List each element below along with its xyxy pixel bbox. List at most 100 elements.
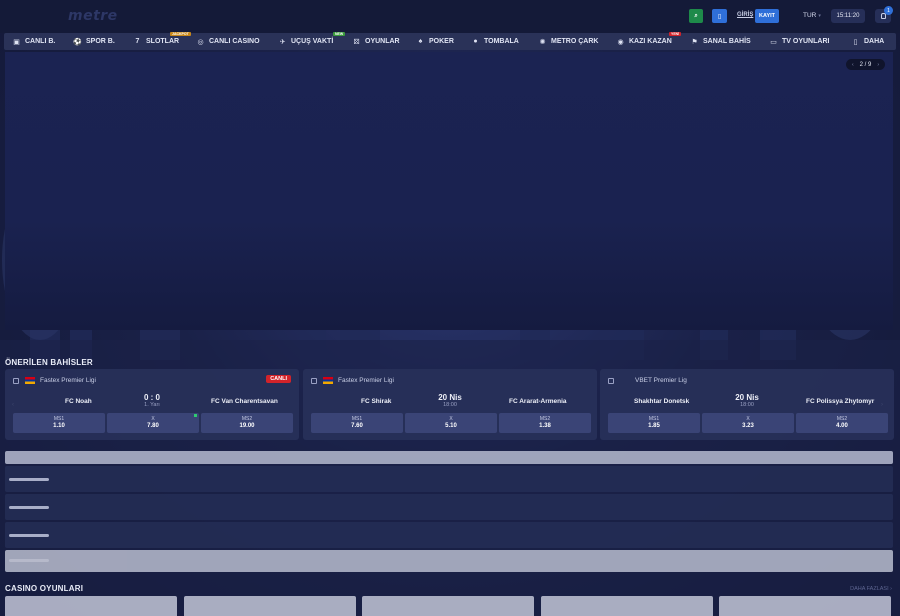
nav-item-aviator[interactable]: ✈ UÇUŞ VAKTİ NEW [279,32,346,50]
odd-button[interactable]: MS2 1.38 [499,413,591,433]
dice-icon: ⚄ [353,38,360,46]
register-button[interactable]: KAYIT [755,9,779,23]
odd-label: MS1 [53,416,65,422]
scratch-icon: ◉ [617,38,624,46]
casino-game-card[interactable] [719,596,891,616]
ball-icon: ● [473,38,478,45]
odd-value: 4.00 [836,423,848,429]
notifications-button[interactable]: 1 [875,6,893,23]
nav-item-bingo[interactable]: ● TOMBALA [472,33,519,50]
nav-item-label: KAZI KAZAN [629,38,672,45]
language-selector[interactable]: TUR ▾ [803,12,821,19]
loading-row [5,451,893,464]
nav-item-label: UÇUŞ VAKTİ [291,38,334,45]
nav-item-label: DAHA [864,38,885,45]
site-logo[interactable]: metre [68,8,118,24]
nav-item-tv-games[interactable]: ▭ TV OYUNLARI [770,33,829,50]
clock: 15:11:20 [831,9,865,23]
more-icon: ▯ [853,38,858,46]
odd-button[interactable]: MS2 4.00 [796,413,888,433]
nav-item-label: POKER [429,38,454,45]
odd-button[interactable]: X 7.80 [107,413,199,433]
favorite-icon[interactable] [311,378,317,384]
bet-card[interactable]: VBET Premier Lig Shakhtar Donetsk 20 Nis… [600,369,894,440]
loading-bar [9,478,49,481]
odd-button[interactable]: X 3.23 [702,413,794,433]
see-all-link[interactable]: DAHA FAZLASI › [850,586,892,592]
seven-icon: 7 [135,38,140,45]
nav-item-label: OYUNLAR [365,38,400,45]
odd-button[interactable]: MS2 19.00 [201,413,293,433]
loading-row [5,466,893,492]
nav-item-poker[interactable]: ♠ POKER [417,33,454,50]
odds-up-icon [194,414,197,417]
casino-game-card[interactable] [362,596,534,616]
new-tag: NEW [333,32,346,36]
spade-icon: ♠ [418,38,423,45]
odd-value: 7.80 [147,423,159,429]
league-name: VBET Premier Lig [635,377,687,384]
nav-item-slots[interactable]: 7 SLOTLAR JACKPOT [134,32,191,50]
main-nav: ▣ CANLI B. ⚽ SPOR B. 7 SLOTLAR JACKPOT ◎ CAN… [4,32,896,50]
nav-item-wheel[interactable]: ✺ METRO ÇARK [539,33,599,50]
odd-button[interactable]: MS1 7.60 [311,413,403,433]
odd-label: X [449,416,453,422]
nav-item-label: SANAL BAHİS [703,38,751,45]
league-name: Fastex Premier Ligi [40,377,96,384]
chevron-right-icon[interactable]: › [877,62,879,68]
odd-value: 1.10 [53,423,65,429]
odd-value: 1.85 [648,423,660,429]
nav-item-label: METRO ÇARK [551,38,599,45]
phone-icon: ▯ [717,13,722,20]
nav-item-live-betting[interactable]: ▣ CANLI B. [13,33,55,50]
nav-item-label: CANLI B. [25,38,56,45]
flag-icon [323,377,333,384]
ball-icon: ⚽ [73,38,82,46]
favorite-icon[interactable] [13,378,19,384]
jackpot-tag: JACKPOT [170,32,191,36]
odd-button[interactable]: MS1 1.85 [608,413,700,433]
see-all-label: DAHA FAZLASI [850,586,889,592]
loading-bar [9,506,49,509]
nav-item-sports[interactable]: ⚽ SPOR B. [73,33,115,50]
bet-card[interactable]: Fastex Premier Ligi CANLI FC Noah 0 : 0 … [5,369,299,440]
chip-icon: ◎ [197,38,204,46]
nav-item-live-casino[interactable]: ◎ CANLI CASINO [197,33,259,50]
nav-item-more[interactable]: ▯ DAHA [852,33,885,50]
loading-bar [9,534,49,537]
chevron-down-icon: ▾ [818,13,821,19]
login-link[interactable]: GİRİŞ [737,12,753,18]
loading-row [5,494,893,520]
odds-row: MS1 1.10 X 7.80 MS2 19.00 [13,413,293,433]
odd-label: MS2 [539,416,551,422]
search-icon: ⌕ [694,12,698,19]
tv-icon: ▭ [770,38,777,46]
loading-bar [9,559,49,562]
odd-button[interactable]: X 5.10 [405,413,497,433]
hero-banner[interactable]: ‹ 2 / 9 › [5,52,893,330]
odd-value: 19.00 [239,423,255,429]
favorite-icon[interactable] [608,378,614,384]
casino-title: CASINO OYUNLARI [5,584,84,593]
nav-item-label: SPOR B. [86,38,115,45]
nav-item-label: TV OYUNLARI [782,38,830,45]
odd-label: X [746,416,750,422]
nav-item-label: SLOTLAR [146,38,180,45]
search-button[interactable]: ⌕ [689,9,703,23]
wheel-icon: ✺ [539,38,546,46]
casino-game-card[interactable] [5,596,177,616]
plane-icon: ✈ [279,38,286,46]
slide-counter[interactable]: ‹ 2 / 9 › [845,59,885,70]
chevron-left-icon[interactable]: ‹ [852,62,854,68]
bet-card[interactable]: Fastex Premier Ligi FC Shirak 20 Nis 18:… [303,369,597,440]
nav-item-games[interactable]: ⚄ OYUNLAR [353,33,400,50]
casino-game-card[interactable] [541,596,713,616]
odd-label: MS1 [648,416,660,422]
odd-button[interactable]: MS1 1.10 [13,413,105,433]
away-team: FC Polissya Zhytomyr [806,398,875,405]
odd-value: 5.10 [445,423,457,429]
casino-game-card[interactable] [184,596,356,616]
nav-item-virtual[interactable]: ⚑ SANAL BAHİS [691,33,751,50]
nav-item-scratch[interactable]: ◉ KAZI KAZAN YENİ [617,32,682,50]
phone-button[interactable]: ▯ [712,9,727,23]
